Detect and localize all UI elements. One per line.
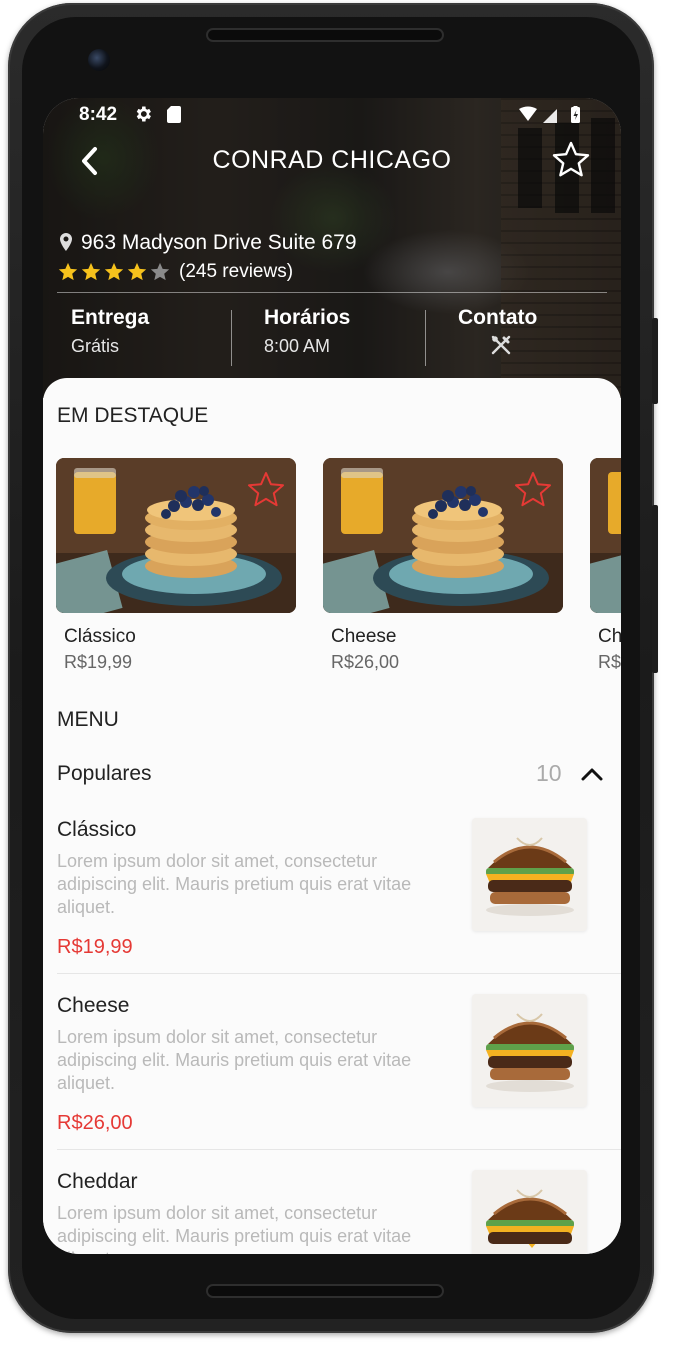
star-empty-icon — [150, 262, 170, 281]
app-bar: CONRAD CHICAGO — [43, 138, 621, 186]
star-filled-icon — [127, 262, 147, 281]
front-camera — [88, 49, 110, 71]
bottom-speaker — [206, 1284, 444, 1298]
menu-item-price: R$19,99 — [57, 936, 133, 958]
app-screen: 8:42 CONRAD CHICAGO 963 Madyson Drive Su… — [43, 98, 621, 1254]
address-text: 963 Madyson Drive Suite 679 — [81, 231, 357, 254]
menu-item-description: Lorem ipsum dolor sit amet, consectetur … — [57, 1027, 412, 1093]
sd-card-icon — [167, 106, 181, 123]
star-filled-icon — [58, 262, 78, 281]
info-separator — [425, 310, 426, 366]
info-row: Entrega Grátis Horários 8:00 AM Contato — [43, 306, 621, 368]
menu-item-name: Clássico — [57, 818, 137, 841]
star-filled-icon — [81, 262, 101, 281]
hours-value: 8:00 AM — [264, 336, 331, 356]
menu-section-title: MENU — [57, 708, 119, 731]
hours-title: Horários — [264, 306, 351, 329]
rating-stars — [57, 261, 171, 283]
menu-item-name: Cheddar — [57, 1170, 138, 1193]
power-button — [652, 318, 658, 404]
menu-item-divider — [57, 1149, 621, 1150]
restaurant-address: 963 Madyson Drive Suite 679 — [59, 231, 357, 255]
favorite-star-icon[interactable] — [551, 140, 591, 180]
featured-name: Clássico — [64, 626, 136, 647]
category-populares-toggle[interactable]: Populares 10 — [43, 756, 621, 796]
delivery-title: Entrega — [71, 306, 150, 329]
settings-icon — [136, 106, 151, 122]
earpiece-speaker — [206, 28, 444, 42]
menu-item-price: R$26,00 — [57, 1112, 133, 1134]
status-time: 8:42 — [79, 104, 118, 125]
signal-battery-icons — [519, 106, 580, 123]
menu-item[interactable]: Cheese Lorem ipsum dolor sit amet, conse… — [43, 994, 621, 1170]
featured-name: Ch — [598, 626, 621, 647]
menu-item[interactable]: Clássico Lorem ipsum dolor sit amet, con… — [43, 818, 621, 994]
content-panel: EM DESTAQUE Clássico R$19,99 Cheese R$26… — [43, 378, 621, 1254]
burger-image — [472, 1170, 587, 1254]
contact-title: Contato — [458, 306, 538, 329]
featured-price: R$26,00 — [331, 652, 400, 672]
menu-item-description: Lorem ipsum dolor sit amet, consectetur … — [57, 851, 412, 917]
featured-card[interactable]: Ch R$ — [590, 458, 621, 678]
delivery-value: Grátis — [71, 336, 120, 356]
reviews-count: (245 reviews) — [179, 261, 294, 282]
category-count: 10 — [536, 760, 562, 786]
featured-card[interactable]: Clássico R$19,99 — [56, 458, 296, 678]
contact-info[interactable]: Contato — [458, 306, 537, 368]
star-filled-icon — [104, 262, 124, 281]
menu-item-divider — [57, 973, 621, 974]
featured-price: R$ — [598, 652, 621, 672]
rating-row: (245 reviews) — [57, 260, 293, 284]
location-pin-icon — [60, 233, 72, 251]
menu-item-description: Lorem ipsum dolor sit amet, consectetur … — [57, 1203, 412, 1254]
featured-card[interactable]: Cheese R$26,00 — [323, 458, 563, 678]
restaurant-title: CONRAD CHICAGO — [212, 146, 452, 174]
burger-image — [472, 994, 587, 1107]
category-label: Populares — [57, 762, 152, 785]
menu-item[interactable]: Cheddar Lorem ipsum dolor sit amet, cons… — [43, 1170, 621, 1254]
favorite-star-outline-icon[interactable] — [513, 470, 553, 510]
utensils-icon — [491, 335, 511, 355]
featured-name: Cheese — [331, 626, 397, 647]
info-separator — [231, 310, 232, 366]
chevron-up-icon[interactable] — [579, 762, 605, 788]
hours-info[interactable]: Horários 8:00 AM — [264, 306, 350, 368]
burger-image — [472, 818, 587, 931]
featured-price: R$19,99 — [64, 652, 133, 672]
status-bar: 8:42 — [43, 98, 621, 132]
pancakes-image — [56, 458, 296, 613]
favorite-star-outline-icon[interactable] — [246, 470, 286, 510]
menu-item-name: Cheese — [57, 994, 130, 1017]
header-divider — [57, 292, 607, 293]
pancakes-image — [323, 458, 563, 613]
delivery-info[interactable]: Entrega Grátis — [71, 306, 149, 368]
featured-section-title: EM DESTAQUE — [57, 404, 209, 427]
volume-button — [652, 505, 658, 673]
pancakes-image — [590, 458, 621, 613]
